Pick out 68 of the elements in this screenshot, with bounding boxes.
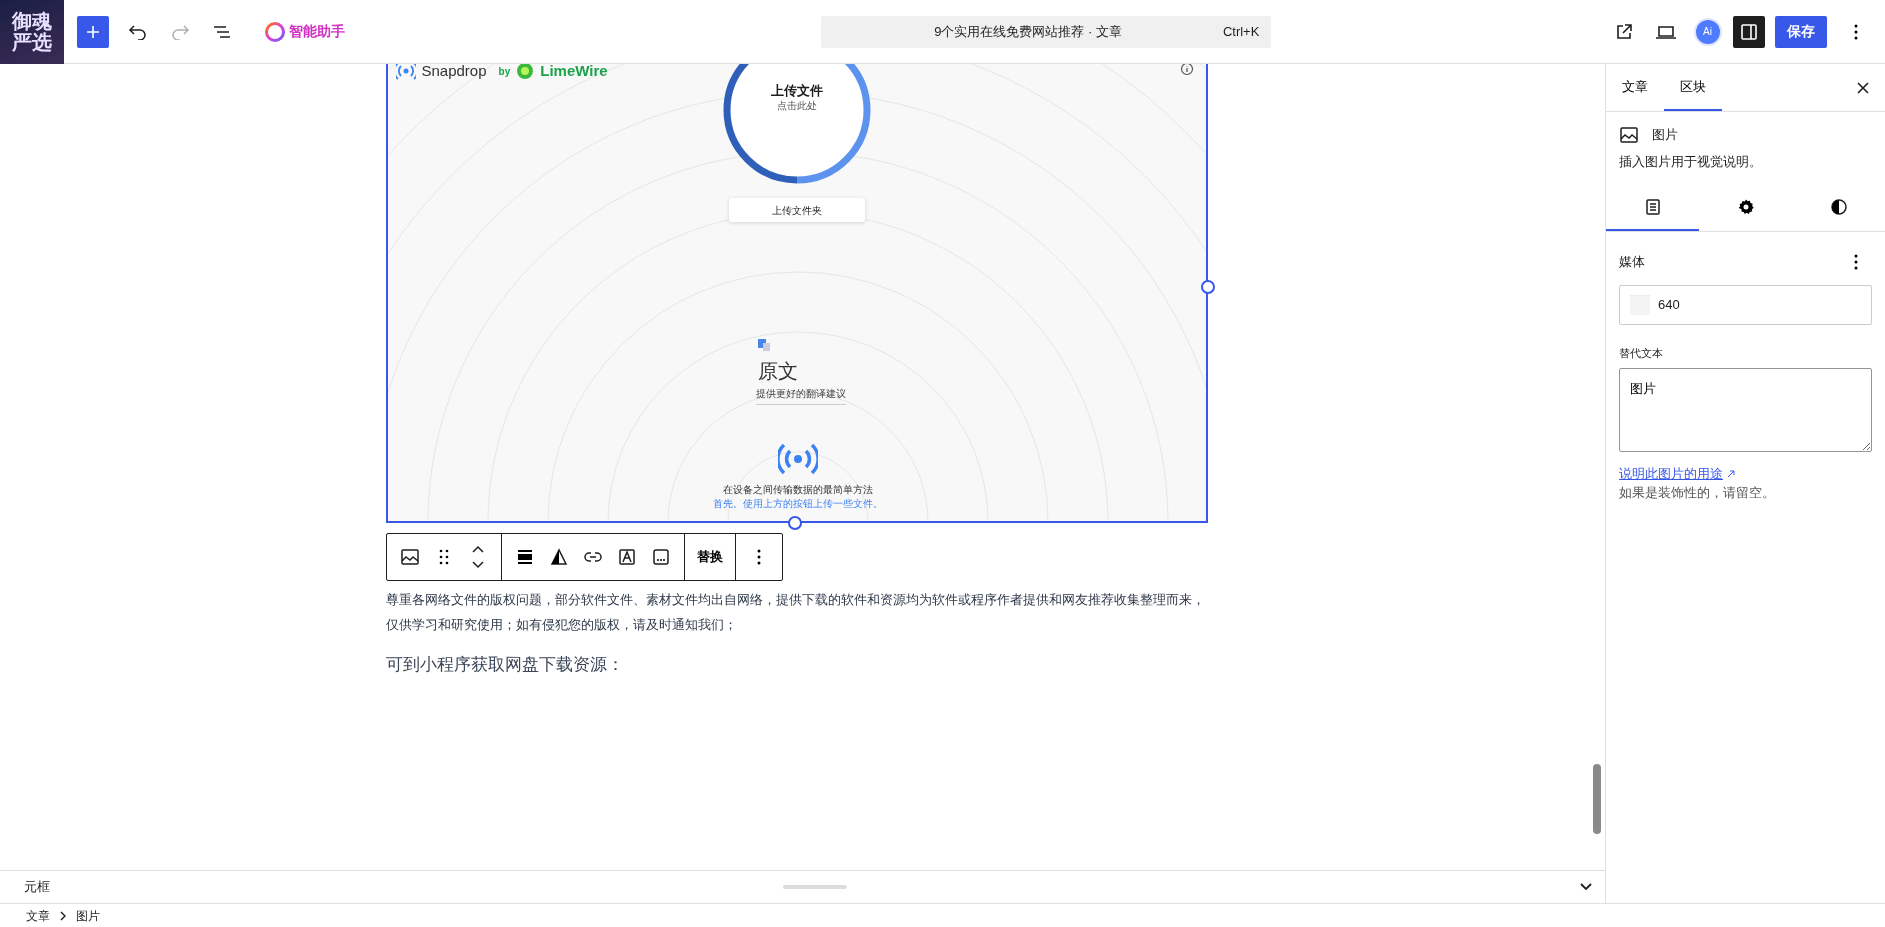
block-title: 图片 — [1652, 126, 1678, 145]
broadcast-icon — [395, 64, 416, 82]
sidebar-tab[interactable]: 文章 — [1606, 64, 1664, 111]
block-description: 插入图片用于视觉说明。 — [1619, 152, 1763, 171]
image-icon — [1619, 125, 1639, 145]
document-title: 9个实用在线免费网站推荐 · 文章 — [933, 22, 1124, 41]
tagline: 在设备之间传输数据的最简单方法 — [721, 483, 874, 497]
translate-icon — [757, 339, 770, 351]
image-icon — [399, 547, 420, 567]
lime-icon — [516, 64, 535, 81]
resize-grip[interactable] — [782, 885, 847, 889]
caption-icon — [651, 548, 670, 566]
gear-icon — [1736, 197, 1755, 216]
drag-dots-icon — [438, 549, 449, 565]
brand-by: by — [498, 64, 511, 79]
link-icon — [582, 550, 603, 564]
list-icon — [211, 23, 232, 40]
document-icon — [1643, 197, 1662, 216]
upload-hint: 点击此处 — [775, 99, 818, 113]
sidebar-icon — [1740, 22, 1759, 41]
assistant-icon[interactable] — [263, 20, 286, 43]
scrollbar-thumb[interactable] — [1593, 764, 1601, 834]
plus-icon — [85, 23, 101, 40]
brand-name: Snapdrop — [421, 64, 487, 81]
meta-box-title[interactable]: 元框 — [24, 877, 50, 897]
help-link[interactable]: 说明此图片的用途 — [1619, 465, 1723, 481]
align-icon — [515, 548, 534, 566]
close-icon — [1856, 81, 1869, 94]
translate-title: 原文 — [757, 359, 798, 384]
text-frame-icon — [617, 548, 636, 566]
help-text: 如果是装饰性的，请留空。 — [1619, 484, 1776, 502]
more-vertical-icon — [1854, 254, 1858, 270]
shortcut-hint: Ctrl+K — [1222, 22, 1260, 41]
chevron-right-icon — [60, 910, 66, 921]
info-icon — [1179, 64, 1194, 76]
media-value: 640 — [1658, 295, 1680, 314]
more-vertical-icon — [1854, 23, 1858, 40]
heading: 可到小程序获取网盘下载资源： — [385, 655, 625, 676]
tagline-hint: 首先。使用上方的按钮上传一些文件。 — [711, 497, 884, 511]
site-logo[interactable]: 御魂 严选 — [0, 0, 64, 64]
document-title-bar[interactable]: 9个实用在线免费网站推荐 · 文章 Ctrl+K — [821, 15, 1272, 48]
add-block-button[interactable] — [77, 15, 109, 48]
assistant-label[interactable]: 智能助手 — [288, 21, 345, 42]
external-link-icon — [1614, 21, 1634, 42]
media-field[interactable]: 640 — [1619, 284, 1872, 325]
field-label: 替代文本 — [1619, 345, 1664, 361]
upload-folder-button: 上传文件夹 — [728, 198, 865, 222]
translate-hint: 提供更好的翻译建议 — [755, 386, 846, 405]
breadcrumb-item[interactable]: 文章 — [26, 906, 50, 925]
partner-name: LimeWire — [540, 64, 608, 81]
chevron-up-down-icon — [470, 545, 485, 569]
contrast-icon — [1829, 197, 1848, 216]
triangle-icon — [549, 548, 568, 566]
redo-icon — [169, 23, 190, 40]
external-arrow-icon — [1726, 470, 1735, 479]
paragraph: 尊重各网络文件的版权问题，部分软件文件、素材文件均出自网络，提供下载的软件和资源均为软件或程序作者提供和网友推荐收集整理而来，仅供学习和研究使用；如有侵犯您的版权，请及时通知我们； — [385, 591, 1206, 634]
save-button[interactable]: 保存 — [1775, 15, 1827, 48]
settings-toggle-button[interactable] — [1733, 15, 1766, 48]
replace-button[interactable]: 替换 — [690, 534, 729, 580]
sidebar-tab[interactable]: 区块 — [1664, 64, 1722, 111]
undo-icon — [128, 23, 148, 40]
more-vertical-icon — [756, 549, 761, 565]
laptop-icon — [1654, 23, 1677, 40]
section-title: 媒体 — [1619, 253, 1645, 272]
image-block[interactable]: 上传文件 点击此处 Snapdrop by LimeWire 上传文件夹 原文 提供更好的翻译建议 在设备之间传输数据的最简单方法 首先。使用上方的按钮上传一些文件。 — [385, 64, 1208, 523]
upload-title: 上传文件 — [769, 82, 824, 100]
alt-text-field[interactable]: 图片 — [1619, 367, 1872, 452]
breadcrumb-item[interactable]: 图片 — [76, 906, 100, 925]
